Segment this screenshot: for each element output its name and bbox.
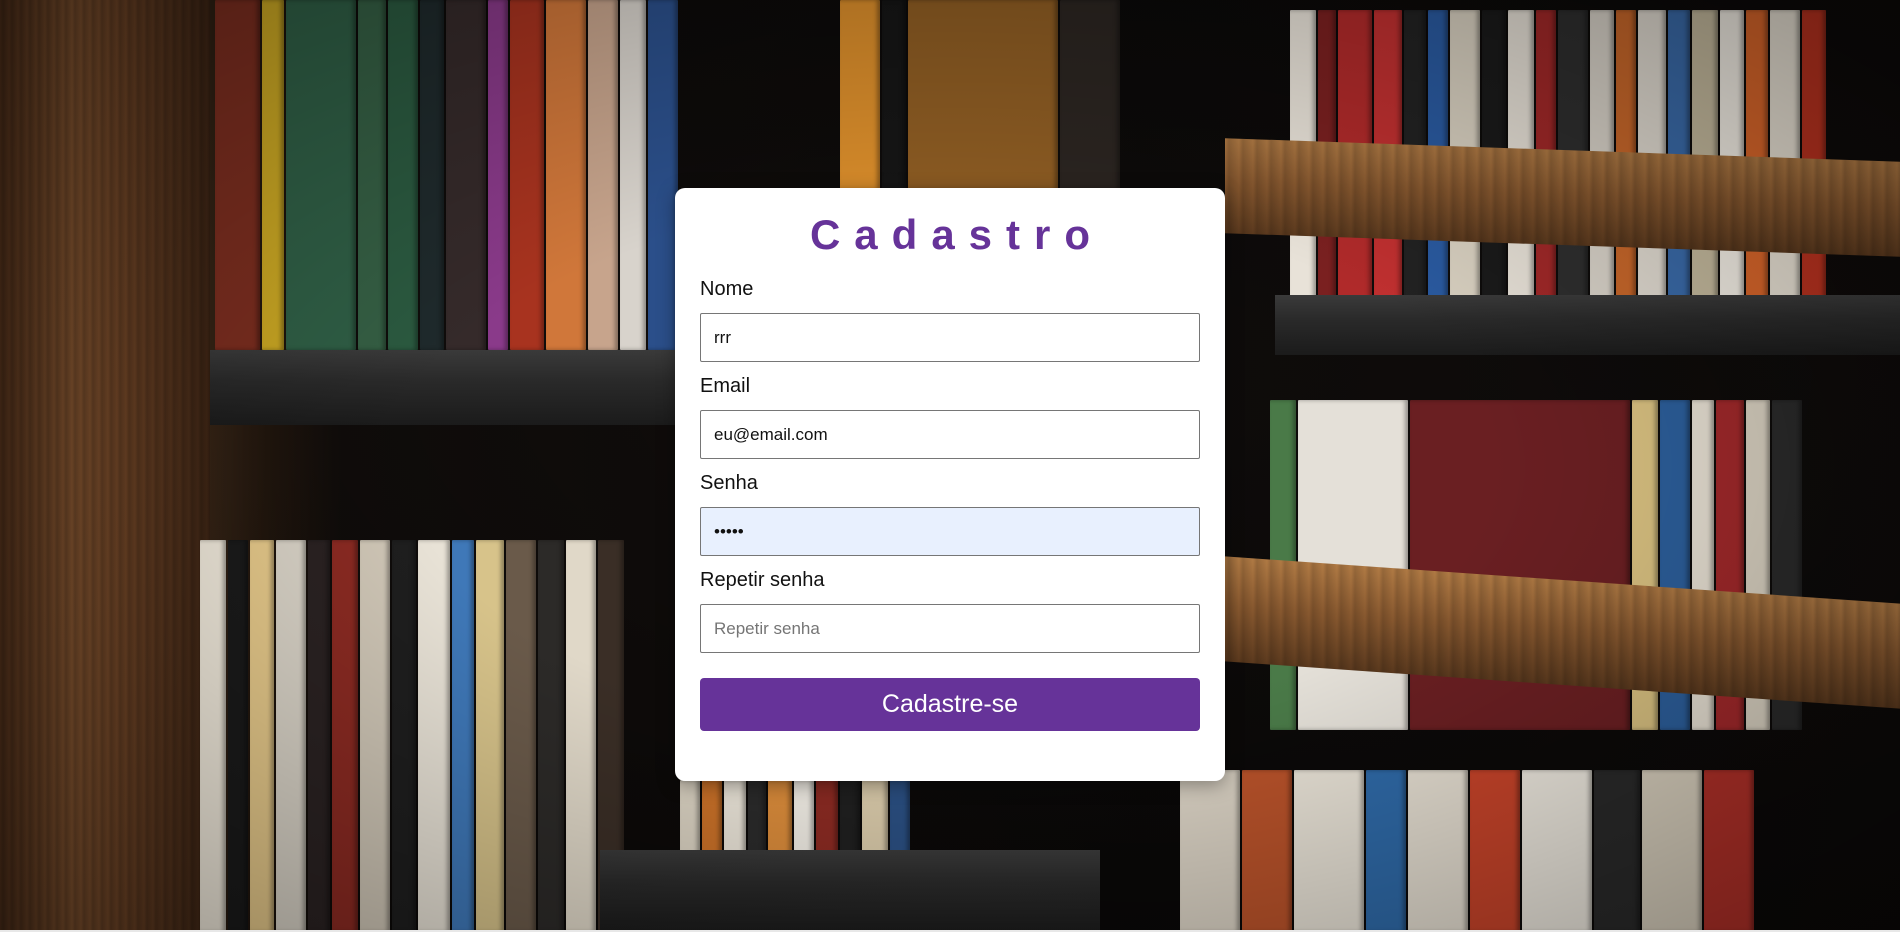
- password-field-group: Senha: [700, 471, 1200, 556]
- name-input[interactable]: [700, 313, 1200, 362]
- email-field-group: Email: [700, 374, 1200, 459]
- email-input[interactable]: [700, 410, 1200, 459]
- registration-card: Cadastro Nome Email Senha Repetir senha …: [675, 188, 1225, 781]
- repeat-password-input[interactable]: [700, 604, 1200, 653]
- signup-button[interactable]: Cadastre-se: [700, 678, 1200, 731]
- name-label: Nome: [700, 278, 754, 300]
- name-field-group: Nome: [700, 277, 1200, 362]
- password-label: Senha: [700, 472, 758, 494]
- form-title: Cadastro: [809, 211, 1105, 258]
- password-input[interactable]: [700, 507, 1200, 556]
- repeat-password-field-group: Repetir senha: [700, 568, 1200, 653]
- email-label: Email: [700, 375, 751, 397]
- repeat-password-label: Repetir senha: [700, 569, 825, 591]
